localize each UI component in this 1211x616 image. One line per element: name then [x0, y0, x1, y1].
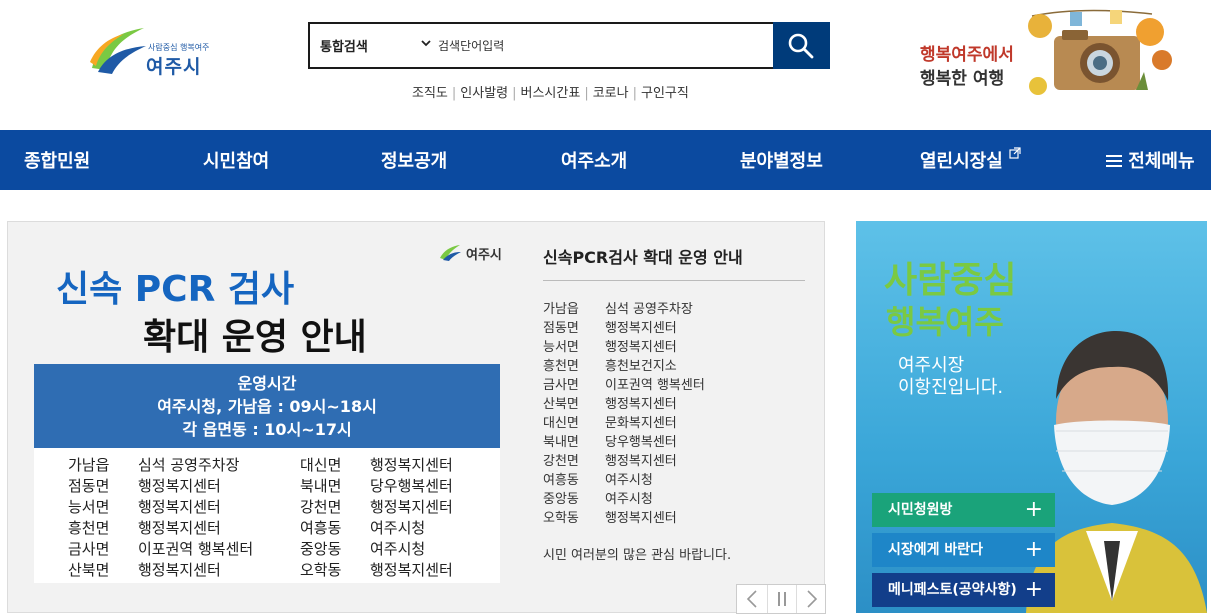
notice-title[interactable]: 신속PCR검사 확대 운영 안내: [543, 244, 743, 268]
list-item: 능서면 행정복지센터: [543, 340, 677, 355]
next-slide-button[interactable]: [797, 585, 827, 613]
search-bar: 통합검색: [308, 22, 830, 69]
poster-logo-text: 여주시: [466, 248, 502, 263]
mayor-slogan-line2: 행복여주: [886, 303, 1004, 341]
notice-slider: 여주시 신속 PCR 검사 확대 운영 안내 운영시간 여주시청, 가남읍 : …: [7, 221, 826, 614]
nav-item-full-menu[interactable]: 전체메뉴: [1106, 147, 1195, 173]
pause-slide-button[interactable]: [767, 585, 797, 613]
nav-item-open-mayor-office[interactable]: 열린시장실: [920, 147, 1021, 173]
mayor-greeting: 이항진입니다.: [898, 377, 1004, 398]
site-header: 사람중심 행복여주 여주시 통합검색 조직도|인사발령|버스시간표|코로나|구인…: [0, 0, 1211, 130]
search-input[interactable]: [438, 30, 768, 61]
manifesto-button[interactable]: 메니페스토(공약사항) +: [872, 573, 1055, 607]
citizen-petition-button[interactable]: 시민청원방 +: [872, 493, 1055, 527]
list-item: 여흥동 여주시청: [543, 473, 653, 488]
chevron-right-icon: [807, 590, 818, 608]
quick-link-bus-schedule[interactable]: 버스시간표: [521, 86, 581, 101]
nav-item-full-menu-label: 전체메뉴: [1128, 151, 1195, 172]
nav-item-open-mayor-office-label: 열린시장실: [920, 151, 1003, 172]
search-icon: [788, 33, 814, 59]
plus-icon: +: [1024, 577, 1043, 602]
nav-item-citizen-participation[interactable]: 시민참여: [203, 147, 269, 173]
search-scope-select[interactable]: 통합검색: [320, 36, 368, 55]
mayor-slogan-line1: 사람중심: [884, 259, 1017, 301]
slider-controls: [736, 584, 826, 614]
poster-title-line2: 확대 운영 안내: [143, 317, 367, 358]
notice-footer: 시민 여러분의 많은 관심 바랍니다.: [543, 548, 732, 563]
pause-icon: [778, 592, 786, 606]
nav-item-civil-service[interactable]: 종합민원: [24, 147, 90, 173]
list-item: 오학동 행정복지센터: [543, 511, 677, 526]
poster-hours-title: 운영시간: [237, 374, 297, 393]
logo-title: 여주시: [146, 56, 202, 78]
quick-link-org-chart[interactable]: 조직도: [412, 86, 448, 101]
list-item: 산북면 행정복지센터: [543, 397, 677, 412]
quick-link-jobs[interactable]: 구인구직: [641, 86, 689, 101]
search-button[interactable]: [773, 22, 830, 69]
list-item: 가남읍 심석 공영주차장: [543, 302, 693, 317]
poster-title-line1: 신속 PCR 검사: [56, 269, 295, 310]
manifesto-label: 메니페스토(공약사항): [888, 582, 1017, 598]
site-logo[interactable]: 사람중심 행복여주 여주시: [88, 22, 218, 78]
poster-hours-box: 운영시간 여주시청, 가남읍 : 09시~18시 각 읍면동 : 10시~17시: [34, 364, 500, 448]
poster-hours-line2: 각 읍면동 : 10시~17시: [182, 420, 352, 439]
nav-item-about-yeoju[interactable]: 여주소개: [561, 147, 627, 173]
ask-mayor-label: 시장에게 바란다: [888, 542, 984, 558]
poster-hours-line1: 여주시청, 가남읍 : 09시~18시: [157, 397, 377, 416]
chevron-left-icon: [746, 590, 757, 608]
citizen-petition-label: 시민청원방: [888, 502, 953, 518]
mayor-panel: 사람중심 행복여주 여주시장 이항진입니다. 시민청원방 + 시장에게 바란다 …: [856, 221, 1207, 613]
plus-icon: +: [1024, 497, 1043, 522]
quick-link-personnel[interactable]: 인사발령: [460, 86, 508, 101]
banner-text-line2: 행복한 여행: [920, 69, 1005, 89]
list-item: 금사면 이포권역 행복센터: [543, 378, 705, 393]
ask-mayor-button[interactable]: 시장에게 바란다 +: [872, 533, 1055, 567]
banner-text-line1: 행복여주에서: [920, 45, 1014, 65]
quick-links: 조직도 | 인사발령 | 버스시간표 | 코로나 | 구인구직: [412, 86, 689, 101]
nav-item-info-disclosure[interactable]: 정보공개: [381, 147, 447, 173]
hamburger-menu-icon: [1106, 155, 1122, 167]
notice-info-panel: 신속PCR검사 확대 운영 안내 가남읍 심석 공영주차장 점동면 행정복지센터 능…: [543, 222, 813, 612]
chevron-down-icon[interactable]: [420, 37, 432, 49]
divider: [543, 280, 805, 281]
list-item: 북내면 당우행복센터: [543, 435, 677, 450]
prev-slide-button[interactable]: [737, 585, 767, 613]
list-item: 흥천면 흥천보건지소: [543, 359, 677, 374]
main-nav: 종합민원 시민참여 정보공개 여주소개 분야별정보 열린시장실 전체메뉴: [0, 130, 1211, 190]
list-item: 대신면 문화복지센터: [543, 416, 677, 431]
pcr-poster[interactable]: 여주시 신속 PCR 검사 확대 운영 안내 운영시간 여주시청, 가남읍 : …: [8, 222, 528, 612]
poster-logo-icon: [440, 245, 461, 261]
quick-link-corona[interactable]: 코로나: [593, 86, 629, 101]
nav-item-field-info[interactable]: 분야별정보: [740, 147, 823, 173]
list-item: 점동면 행정복지센터: [543, 321, 677, 336]
travel-banner[interactable]: 행복여주에서 행복한 여행: [912, 2, 1172, 102]
logo-swoosh-icon: [90, 28, 146, 74]
list-item: 강천면 행정복지센터: [543, 454, 677, 469]
poster-location-table: 가남읍 심석 공영주차장 점동면 행정복지센터 능서면 행정복지센터 흥천면 행정복지센…: [34, 448, 500, 583]
external-link-icon: [1009, 147, 1021, 159]
plus-icon: +: [1024, 537, 1043, 562]
list-item: 중앙동 여주시청: [543, 492, 653, 507]
